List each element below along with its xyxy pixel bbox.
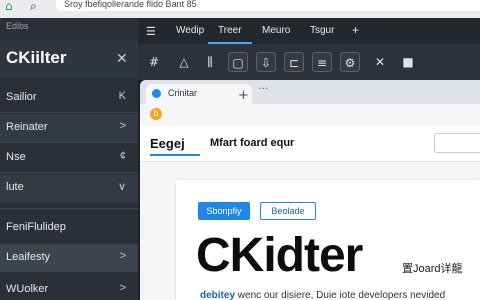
divider bbox=[0, 208, 138, 209]
tab-strip: Crinitar + ··· bbox=[140, 80, 480, 104]
search-input[interactable] bbox=[434, 133, 480, 153]
hero-heading: CKidter bbox=[196, 229, 363, 282]
chevron-right-icon: > bbox=[119, 282, 126, 294]
home-icon[interactable]: ⌂ bbox=[5, 0, 19, 14]
sidebar-item-nse[interactable]: Nse ¢ bbox=[0, 144, 138, 172]
secondary-button[interactable]: Beolade bbox=[260, 202, 316, 220]
menu-item-tsgur[interactable]: Tsgur bbox=[310, 25, 334, 36]
sidebar-item-fenifluidep[interactable]: FeniFlulidep bbox=[0, 214, 138, 242]
tagline: debitey wenc our disiere, Duie iote deve… bbox=[200, 290, 445, 300]
chevron-icon: K bbox=[118, 90, 126, 102]
browser-top-bar: ⌂ ⌕ Sroy fbefiqollerande flido Bant 85 bbox=[0, 0, 480, 18]
page-title: Mfart foard equr bbox=[210, 137, 295, 149]
more-icon[interactable]: ··· bbox=[258, 82, 269, 95]
sidebar-item-label: Sailior bbox=[6, 91, 37, 103]
sidebar-item-sailior[interactable]: Sailior K bbox=[0, 84, 138, 112]
sidebar-item-leaifesty[interactable]: Leaifesty > bbox=[0, 244, 138, 272]
hamburger-icon[interactable]: ☰ bbox=[146, 25, 156, 38]
screen: ⌂ ⌕ Sroy fbefiqollerande flido Bant 85 E… bbox=[0, 0, 480, 300]
pin-icon: ¢ bbox=[119, 150, 126, 162]
menu-item-wedip[interactable]: Wedip bbox=[176, 25, 204, 36]
chevron-right-icon: > bbox=[119, 120, 126, 132]
chevron-down-icon: ∨ bbox=[117, 181, 126, 193]
content-card: Sbonpfiy Beolade CKidter 置Joard详龍 debite… bbox=[176, 180, 480, 300]
primary-button[interactable]: Sbonpfiy bbox=[198, 202, 250, 220]
sidebar-item-label: Reinater bbox=[6, 121, 48, 133]
sidebar-item-label: Leaifesty bbox=[6, 251, 51, 263]
sidebar-item-label: Nse bbox=[6, 151, 26, 163]
triangle-icon[interactable]: △ bbox=[174, 52, 194, 72]
address-row: b bbox=[140, 104, 480, 126]
browser-panel: Crinitar + ··· b Eegej Mfart foard equr … bbox=[140, 80, 480, 300]
close-icon[interactable]: ✕ bbox=[370, 52, 390, 72]
sidebar-title: CKiilter bbox=[6, 48, 67, 67]
sidebar-item-label: lute bbox=[6, 181, 24, 193]
menu-bar: ☰ Wedip Treer Meuro Tsgur + bbox=[138, 18, 480, 44]
import-icon[interactable]: ⇩ bbox=[256, 52, 276, 72]
search-icon[interactable]: ⌕ bbox=[30, 0, 44, 14]
menu-item-treer[interactable]: Treer bbox=[218, 25, 242, 36]
sidebar-header: Edibs bbox=[6, 21, 29, 31]
columns-icon[interactable]: ⫼ bbox=[200, 52, 220, 72]
square-icon[interactable]: ▢ bbox=[228, 52, 248, 72]
menu-item-meuro[interactable]: Meuro bbox=[262, 25, 290, 36]
sidebar-title-row: CKiilter ✕ bbox=[0, 40, 138, 78]
chevron-right-icon: > bbox=[119, 250, 126, 262]
sidebar-item-reinater[interactable]: Reinater > bbox=[0, 114, 138, 142]
toolbar: # △ ⫼ ▢ ⇩ ⊏ ≡ ⚙ ✕ ■ bbox=[138, 44, 480, 80]
sidebar-item-label: WUolker bbox=[6, 283, 49, 295]
tagline-link[interactable]: debitey bbox=[200, 290, 235, 300]
tagline-text: wenc our disiere, Duie iote developers n… bbox=[237, 290, 446, 300]
url-bar[interactable]: Sroy fbefiqollerande flido Bant 85 bbox=[56, 0, 480, 11]
list-icon[interactable]: ≡ bbox=[312, 52, 332, 72]
stop-icon[interactable]: ■ bbox=[398, 52, 418, 72]
browser-tab[interactable]: Crinitar + bbox=[146, 84, 252, 104]
divider bbox=[0, 142, 138, 143]
divider bbox=[0, 172, 138, 173]
sidebar-item-label: FeniFlulidep bbox=[6, 221, 66, 233]
close-icon[interactable]: ✕ bbox=[116, 50, 128, 67]
logo-underline bbox=[150, 154, 200, 156]
hero-side-text: 置Joard详龍 bbox=[402, 263, 463, 275]
sidebar-item-lute[interactable]: lute ∨ bbox=[0, 174, 138, 202]
add-tab-button[interactable]: + bbox=[352, 23, 359, 37]
settings-icon[interactable]: ⚙ bbox=[340, 52, 360, 72]
layout-icon[interactable]: ⊏ bbox=[284, 52, 304, 72]
sidebar-item-wuolker[interactable]: WUolker > bbox=[0, 276, 138, 300]
tab-title: Crinitar bbox=[168, 88, 198, 98]
page-header: Eegej Mfart foard equr bbox=[140, 126, 480, 162]
site-logo[interactable]: Eegej bbox=[150, 136, 185, 151]
tab-favicon-icon bbox=[152, 89, 161, 98]
new-tab-icon[interactable]: + bbox=[238, 88, 249, 103]
grid-icon[interactable]: # bbox=[144, 52, 164, 72]
divider bbox=[0, 112, 138, 113]
site-info-icon[interactable]: b bbox=[150, 108, 162, 120]
sidebar: Edibs CKiilter ✕ Sailior K Reinater > Ns… bbox=[0, 18, 138, 300]
